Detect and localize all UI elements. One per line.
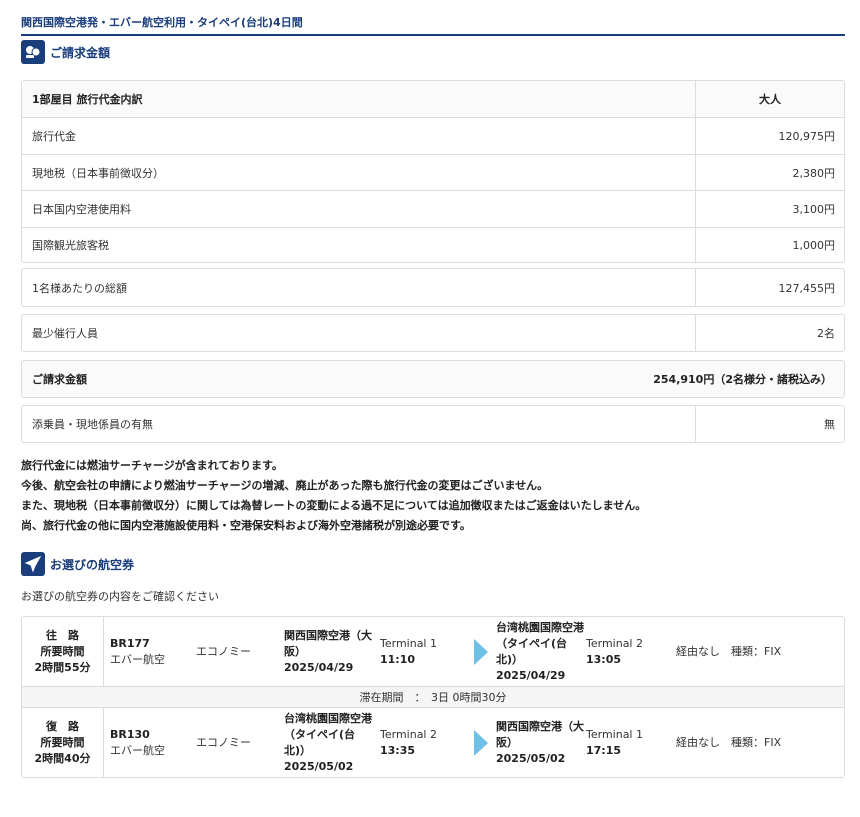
duration: 2時間55分 — [34, 660, 91, 674]
item-label: 旅行代金 — [22, 118, 696, 154]
route-note: 経由なし 種類：FIX — [676, 735, 782, 749]
min-people-row: 最少催行人員 2名 — [22, 315, 844, 351]
airline: エバー航空 — [110, 652, 165, 666]
flight-number-cell: BR130 エバー航空 — [104, 708, 196, 777]
departure-date: 2025/04/29 — [284, 660, 354, 674]
per-person-total-box: 1名様あたりの総額 127,455円 — [21, 268, 845, 307]
breakdown-header-label: 1部屋目 旅行代金内訳 — [22, 81, 696, 117]
airline: エバー航空 — [110, 743, 165, 757]
arrival-airport: 関西国際空港（大阪） — [496, 719, 584, 749]
table-row: 日本国内空港使用料 3,100円 — [22, 190, 844, 227]
flight-table: 往 路 所要時間 2時間55分 BR177 エバー航空 エコノミー 関西国際空港… — [21, 616, 845, 778]
adult-column-header: 大人 — [759, 93, 781, 106]
note-line: また、現地税（日本事前徴収分）に関しては為替レートの変動による過不足については追… — [21, 499, 647, 512]
note-line: 尚、旅行代金の他に国内空港施設使用料・空港保安料および海外空港諸税が別途必要です… — [21, 519, 471, 532]
arrival-time: 17:15 — [586, 743, 622, 757]
arrow-right-icon — [466, 708, 496, 777]
per-person-row: 1名様あたりの総額 127,455円 — [22, 269, 844, 306]
table-row: 現地税（日本事前徴収分） 2,380円 — [22, 154, 844, 190]
coins-icon — [21, 40, 45, 64]
arrival-airport: 台湾桃園国際空港（タイペイ(台北)） — [496, 620, 584, 666]
flight-number: BR177 — [110, 636, 150, 650]
duration-label: 所要時間 — [40, 735, 85, 749]
item-value: 120,975円 — [778, 130, 836, 143]
per-person-label: 1名様あたりの総額 — [22, 269, 696, 306]
min-people-label: 最少催行人員 — [22, 315, 696, 351]
min-people-value: 2名 — [817, 327, 835, 340]
arrival-time: 13:05 — [586, 652, 622, 666]
departure-airport-cell: 関西国際空港（大阪） 2025/04/29 — [284, 617, 376, 686]
route-note: 経由なし 種類：FIX — [676, 644, 782, 658]
departure-terminal-cell: Terminal 1 11:10 — [376, 617, 466, 686]
arrival-date: 2025/04/29 — [496, 668, 566, 682]
note-line: 今後、航空会社の申請により燃油サーチャージの増減、廃止があった際も旅行代金の変更… — [21, 479, 549, 492]
arrival-terminal-cell: Terminal 1 17:15 — [586, 708, 676, 777]
table-row: 旅行代金 120,975円 — [22, 117, 844, 154]
billing-section-heading: ご請求金額 — [21, 40, 110, 64]
per-person-value: 127,455円 — [778, 281, 836, 295]
cabin-class: エコノミー — [196, 735, 251, 749]
flights-heading: お選びの航空券 — [50, 557, 135, 572]
leg-direction-cell: 往 路 所要時間 2時間55分 — [22, 617, 104, 686]
flights-section-heading: お選びの航空券 — [21, 552, 134, 576]
arrival-airport-cell: 台湾桃園国際空港（タイペイ(台北)） 2025/04/29 — [496, 617, 586, 686]
leg-direction: 復 路 — [46, 719, 79, 733]
arrival-terminal: Terminal 2 — [586, 636, 643, 650]
item-label: 国際観光旅客税 — [22, 228, 696, 262]
flight-row-outbound: 往 路 所要時間 2時間55分 BR177 エバー航空 エコノミー 関西国際空港… — [22, 617, 844, 686]
stay-duration: 滞在期間 ： 3日 0時間30分 — [22, 686, 844, 708]
billing-heading: ご請求金額 — [50, 45, 111, 60]
flights-intro: お選びの航空券の内容をご確認ください — [21, 590, 219, 603]
page-title: 関西国際空港発・エバー航空利用・タイペイ(台北)4日間 — [21, 14, 845, 36]
escort-row: 添乗員・現地係員の有無 無 — [22, 406, 844, 442]
item-value: 1,000円 — [792, 239, 836, 252]
departure-date: 2025/05/02 — [284, 759, 354, 773]
flight-number-cell: BR177 エバー航空 — [104, 617, 196, 686]
escort-box: 添乗員・現地係員の有無 無 — [21, 405, 845, 443]
departure-airport: 関西国際空港（大阪） — [284, 628, 372, 658]
arrival-airport-cell: 関西国際空港（大阪） 2025/05/02 — [496, 708, 586, 777]
leg-direction-cell: 復 路 所要時間 2時間40分 — [22, 708, 104, 777]
duration: 2時間40分 — [34, 751, 91, 765]
departure-airport: 台湾桃園国際空港（タイペイ(台北)） — [284, 711, 372, 757]
flight-row-return: 復 路 所要時間 2時間40分 BR130 エバー航空 エコノミー 台湾桃園国際… — [22, 708, 844, 777]
duration-label: 所要時間 — [40, 644, 85, 658]
cabin-class: エコノミー — [196, 644, 251, 658]
departure-terminal: Terminal 2 — [380, 727, 437, 741]
arrow-right-icon — [466, 617, 496, 686]
table-row: 国際観光旅客税 1,000円 — [22, 227, 844, 262]
arrival-terminal: Terminal 1 — [586, 727, 643, 741]
escort-label: 添乗員・現地係員の有無 — [22, 406, 696, 442]
price-breakdown-table: 1部屋目 旅行代金内訳 大人 旅行代金 120,975円 現地税（日本事前徴収分… — [21, 80, 845, 263]
item-value: 3,100円 — [792, 203, 836, 216]
grand-total-value: 254,910円（2名様分・諸税込み） — [653, 373, 832, 386]
departure-airport-cell: 台湾桃園国際空港（タイペイ(台北)） 2025/05/02 — [284, 708, 376, 777]
fare-notes: 旅行代金には燃油サーチャージが含まれております。 今後、航空会社の申請により燃油… — [21, 456, 646, 536]
departure-time: 13:35 — [380, 743, 416, 757]
departure-terminal: Terminal 1 — [380, 636, 437, 650]
item-label: 現地税（日本事前徴収分） — [22, 155, 696, 190]
note-line: 旅行代金には燃油サーチャージが含まれております。 — [21, 459, 283, 472]
arrival-date: 2025/05/02 — [496, 751, 566, 765]
item-value: 2,380円 — [792, 166, 836, 180]
min-people-box: 最少催行人員 2名 — [21, 314, 845, 352]
arrival-terminal-cell: Terminal 2 13:05 — [586, 617, 676, 686]
escort-value: 無 — [824, 418, 835, 431]
grand-total-label: ご請求金額 — [32, 373, 87, 386]
grand-total-box: ご請求金額 254,910円（2名様分・諸税込み） — [21, 360, 845, 398]
item-label: 日本国内空港使用料 — [22, 191, 696, 227]
table-header: 1部屋目 旅行代金内訳 大人 — [22, 81, 844, 117]
flight-number: BR130 — [110, 727, 150, 741]
departure-terminal-cell: Terminal 2 13:35 — [376, 708, 466, 777]
departure-time: 11:10 — [380, 652, 416, 666]
leg-direction: 往 路 — [46, 628, 79, 642]
airplane-icon — [21, 552, 45, 576]
